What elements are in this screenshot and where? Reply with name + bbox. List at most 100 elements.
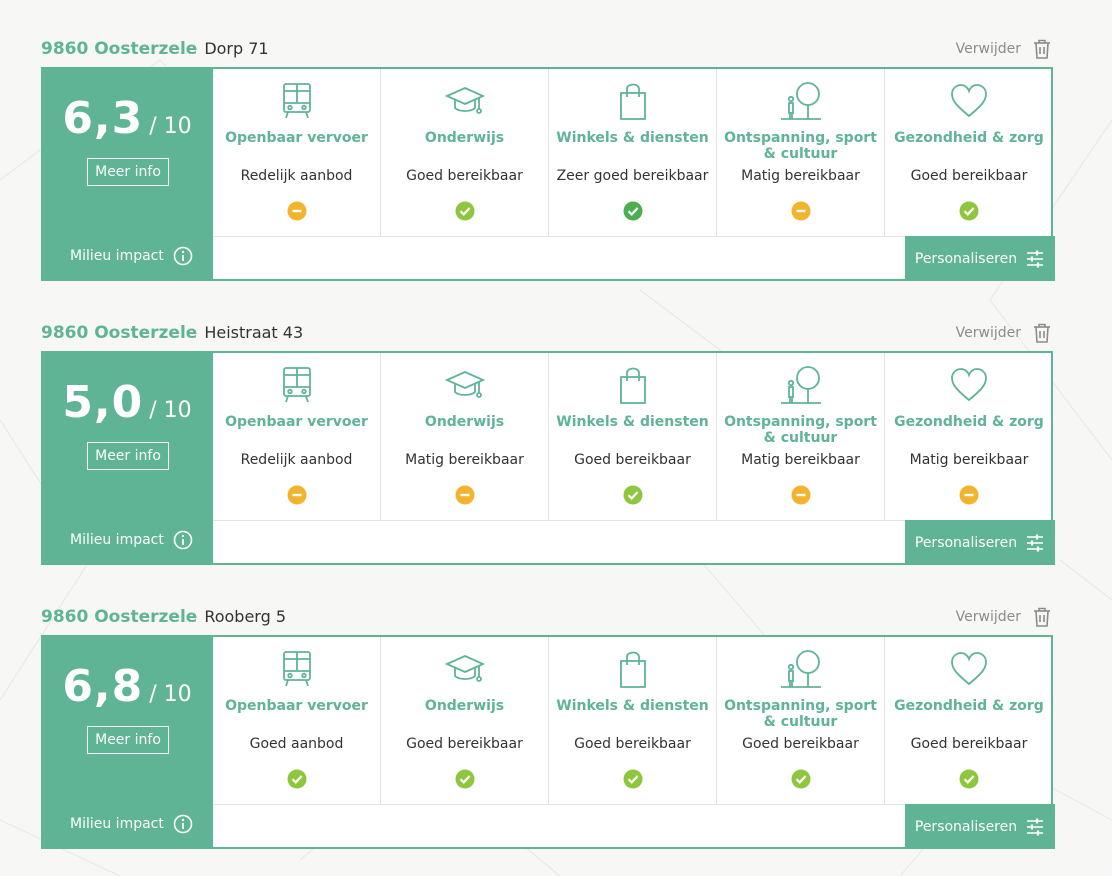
status-medium-icon bbox=[791, 201, 811, 221]
category-cell: Ontspanning, sport & cultuur Goed bereikb… bbox=[717, 637, 885, 804]
environment-impact-link[interactable]: Milieu impact bbox=[70, 530, 193, 550]
address-header: 9860 Oosterzele Heistraat 43 Verwijder bbox=[41, 320, 1053, 348]
info-icon[interactable] bbox=[173, 814, 193, 834]
heart-icon bbox=[951, 368, 987, 402]
category-status: Goed aanbod bbox=[249, 736, 344, 752]
score-max: / 10 bbox=[149, 398, 192, 423]
address-title: 9860 Oosterzele Heistraat 43 bbox=[41, 323, 303, 343]
category-label: Ontspanning, sport & cultuur bbox=[724, 414, 877, 446]
category-cell: Onderwijs Goed bereikbaar bbox=[381, 637, 549, 804]
category-cell: Gezondheid & zorg Goed bereikbaar bbox=[885, 69, 1053, 236]
more-info-button[interactable]: Meer info bbox=[87, 158, 169, 186]
info-icon[interactable] bbox=[173, 530, 193, 550]
remove-button[interactable]: Verwijder bbox=[956, 36, 1053, 62]
status-ok-icon bbox=[791, 769, 811, 789]
category-row: Openbaar vervoer Redelijk aanbod Onderwijs… bbox=[213, 69, 1053, 236]
category-status: Goed bereikbaar bbox=[574, 452, 691, 468]
category-label: Ontspanning, sport & cultuur bbox=[724, 698, 877, 730]
status-ok-icon bbox=[287, 769, 307, 789]
environment-impact-link[interactable]: Milieu impact bbox=[70, 246, 193, 266]
status-ok-icon bbox=[959, 769, 979, 789]
category-cell: Onderwijs Goed bereikbaar bbox=[381, 69, 549, 236]
category-cell: Ontspanning, sport & cultuur Matig bereik… bbox=[717, 69, 885, 236]
personalize-label: Personaliseren bbox=[914, 534, 1018, 551]
bus-icon bbox=[283, 651, 311, 687]
sliders-icon bbox=[1027, 534, 1044, 551]
environment-impact-label: Milieu impact bbox=[70, 532, 164, 548]
score-card: 6,3/ 10 Meer info Milieu impact Openbaar… bbox=[41, 67, 1055, 281]
category-cell: Gezondheid & zorg Goed bereikbaar bbox=[885, 637, 1053, 804]
address-header: 9860 Oosterzele Dorp 71 Verwijder bbox=[41, 36, 1053, 64]
bus-icon bbox=[283, 367, 311, 403]
category-status: Matig bereikbaar bbox=[741, 452, 860, 468]
category-cell: Gezondheid & zorg Matig bereikbaar bbox=[885, 353, 1053, 520]
address-card: 9860 Oosterzele Rooberg 5 Verwijder 6,8/ … bbox=[41, 604, 1055, 849]
category-label: Gezondheid & zorg bbox=[894, 414, 1044, 430]
heart-icon bbox=[951, 84, 987, 118]
address-title: 9860 Oosterzele Rooberg 5 bbox=[41, 607, 286, 627]
trash-icon bbox=[1034, 323, 1050, 343]
environment-impact-link[interactable]: Milieu impact bbox=[70, 814, 193, 834]
personalize-label: Personaliseren bbox=[914, 250, 1018, 267]
shopping-bag-icon bbox=[620, 367, 646, 404]
info-icon[interactable] bbox=[173, 246, 193, 266]
address-title: 9860 Oosterzele Dorp 71 bbox=[41, 39, 269, 59]
category-status: Zeer goed bereikbaar bbox=[556, 168, 709, 184]
category-label: Openbaar vervoer bbox=[225, 414, 368, 430]
tree-person-icon bbox=[781, 366, 821, 404]
personalize-button[interactable]: Personaliseren bbox=[905, 804, 1055, 849]
status-medium-icon bbox=[791, 485, 811, 505]
score-max: / 10 bbox=[149, 114, 192, 139]
remove-button[interactable]: Verwijder bbox=[956, 320, 1053, 346]
address-city: 9860 Oosterzele bbox=[41, 39, 198, 59]
sliders-icon bbox=[1027, 818, 1044, 835]
status-medium-icon bbox=[455, 485, 475, 505]
graduation-cap-icon bbox=[445, 371, 485, 398]
category-label: Openbaar vervoer bbox=[225, 698, 368, 714]
status-ok-icon bbox=[959, 201, 979, 221]
tree-person-icon bbox=[781, 82, 821, 120]
address-city: 9860 Oosterzele bbox=[41, 323, 198, 343]
category-row: Openbaar vervoer Goed aanbod Onderwijs Goed… bbox=[213, 637, 1053, 804]
environment-impact-label: Milieu impact bbox=[70, 248, 164, 264]
score-max: / 10 bbox=[149, 682, 192, 707]
category-status: Goed bereikbaar bbox=[742, 736, 859, 752]
category-label: Onderwijs bbox=[424, 414, 505, 430]
score-value: 6,8 bbox=[62, 661, 144, 712]
score-value: 6,3 bbox=[62, 93, 144, 144]
personalize-label: Personaliseren bbox=[914, 818, 1018, 835]
category-status: Goed bereikbaar bbox=[910, 736, 1028, 752]
status-ok-icon bbox=[623, 485, 643, 505]
category-cell: Ontspanning, sport & cultuur Matig bereik… bbox=[717, 353, 885, 520]
category-status: Redelijk aanbod bbox=[240, 452, 353, 468]
shopping-bag-icon bbox=[620, 83, 646, 120]
category-cell: Openbaar vervoer Goed aanbod bbox=[213, 637, 381, 804]
score-panel: 6,8/ 10 Meer info Milieu impact bbox=[41, 635, 213, 849]
address-street: Rooberg 5 bbox=[204, 607, 287, 626]
score: 5,0/ 10 bbox=[41, 377, 213, 428]
category-label: Onderwijs bbox=[424, 130, 505, 146]
score-card: 5,0/ 10 Meer info Milieu impact Openbaar… bbox=[41, 351, 1055, 565]
address-city: 9860 Oosterzele bbox=[41, 607, 198, 627]
address-card: 9860 Oosterzele Heistraat 43 Verwijder 5,… bbox=[41, 320, 1055, 565]
score-panel: 5,0/ 10 Meer info Milieu impact bbox=[41, 351, 213, 565]
score-card: 6,8/ 10 Meer info Milieu impact Openbaar… bbox=[41, 635, 1055, 849]
category-cell: Winkels & diensten Zeer goed bereikbaar bbox=[549, 69, 717, 236]
graduation-cap-icon bbox=[445, 655, 485, 682]
sliders-icon bbox=[1027, 250, 1044, 267]
score: 6,8/ 10 bbox=[41, 661, 213, 712]
personalize-button[interactable]: Personaliseren bbox=[905, 520, 1055, 565]
bus-icon bbox=[283, 83, 311, 119]
category-label: Ontspanning, sport & cultuur bbox=[724, 130, 877, 162]
category-cell: Onderwijs Matig bereikbaar bbox=[381, 353, 549, 520]
more-info-button[interactable]: Meer info bbox=[87, 726, 169, 754]
more-info-button[interactable]: Meer info bbox=[87, 442, 169, 470]
category-status: Matig bereikbaar bbox=[741, 168, 860, 184]
address-card: 9860 Oosterzele Dorp 71 Verwijder 6,3/ 10… bbox=[41, 36, 1055, 281]
category-label: Gezondheid & zorg bbox=[894, 130, 1044, 146]
personalize-button[interactable]: Personaliseren bbox=[905, 236, 1055, 281]
remove-button[interactable]: Verwijder bbox=[956, 604, 1053, 630]
address-header: 9860 Oosterzele Rooberg 5 Verwijder bbox=[41, 604, 1053, 632]
status-medium-icon bbox=[959, 485, 979, 505]
status-medium-icon bbox=[287, 485, 307, 505]
